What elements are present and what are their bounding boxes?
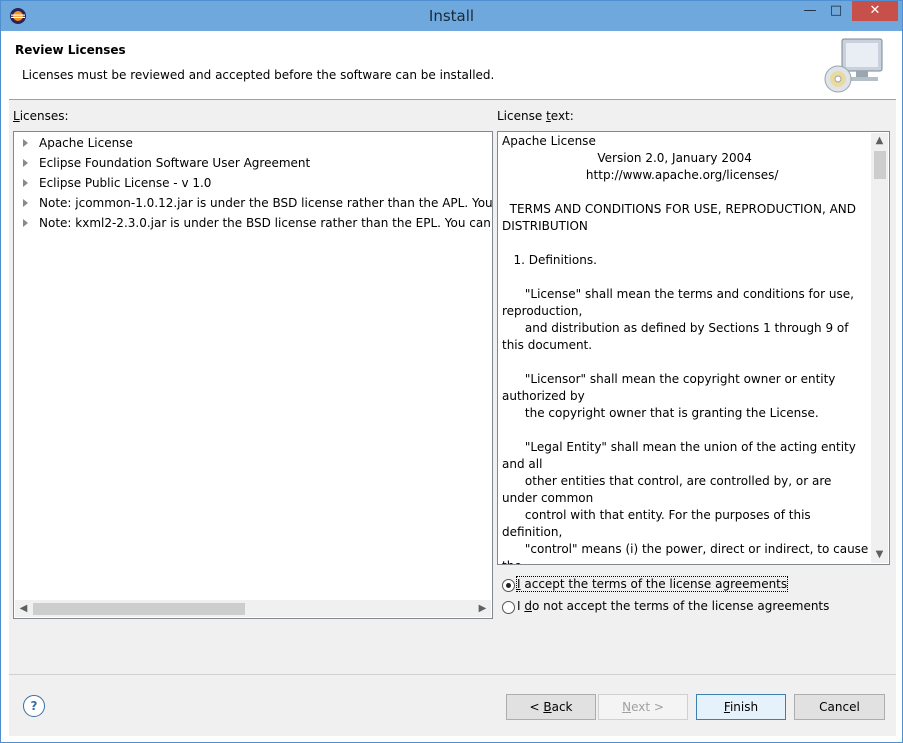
triangle-right-icon[interactable]: [23, 159, 28, 167]
radio-selected-dot: [506, 583, 511, 588]
install-dialog: Install — □ ✕ Review Licenses Licenses m…: [0, 0, 903, 743]
tree-item[interactable]: Apache License: [14, 133, 492, 153]
finish-button[interactable]: Finish: [696, 694, 786, 720]
help-icon[interactable]: ?: [23, 695, 45, 717]
next-button[interactable]: Next >: [598, 694, 688, 720]
accept-radio-label[interactable]: I accept the terms of the license agreem…: [515, 576, 789, 592]
tree-item[interactable]: Note: jcommon-1.0.12.jar is under the BS…: [14, 193, 492, 213]
scrollbar-thumb[interactable]: [874, 151, 886, 179]
window-title: Install: [428, 7, 475, 25]
tree-item[interactable]: Eclipse Public License - v 1.0: [14, 173, 492, 193]
licenses-label: Licenses:: [13, 109, 69, 123]
triangle-right-icon[interactable]: [23, 199, 28, 207]
scroll-down-icon[interactable]: ▼: [871, 547, 888, 563]
license-text-content: Apache License Version 2.0, January 2004…: [502, 134, 869, 564]
license-text-label: License text:: [497, 109, 574, 123]
dialog-body: Review Licenses Licenses must be reviewe…: [9, 31, 896, 736]
minimize-button[interactable]: —: [797, 1, 823, 21]
license-text-area[interactable]: Apache License Version 2.0, January 2004…: [497, 131, 890, 565]
licenses-tree[interactable]: Apache License Eclipse Foundation Softwa…: [13, 131, 493, 619]
scroll-up-icon[interactable]: ▲: [871, 133, 888, 149]
back-button[interactable]: < Back: [506, 694, 596, 720]
close-button[interactable]: ✕: [852, 1, 898, 21]
scroll-right-icon[interactable]: ▶: [474, 600, 491, 617]
cancel-button[interactable]: Cancel: [794, 694, 885, 720]
wizard-header: Review Licenses Licenses must be reviewe…: [9, 31, 896, 100]
vertical-scrollbar[interactable]: ▲ ▼: [871, 133, 888, 563]
footer-separator: [9, 674, 896, 675]
tree-item[interactable]: Eclipse Foundation Software User Agreeme…: [14, 153, 492, 173]
install-cd-monitor-icon: [824, 38, 883, 93]
triangle-right-icon[interactable]: [23, 219, 28, 227]
triangle-right-icon[interactable]: [23, 179, 28, 187]
scrollbar-thumb[interactable]: [33, 603, 245, 615]
horizontal-scrollbar[interactable]: ◀ ▶: [15, 600, 491, 617]
triangle-right-icon[interactable]: [23, 139, 28, 147]
page-title: Review Licenses: [15, 43, 126, 57]
title-bar[interactable]: Install — □ ✕: [1, 1, 902, 31]
maximize-button[interactable]: □: [823, 1, 849, 21]
page-description: Licenses must be reviewed and accepted b…: [22, 68, 495, 82]
scroll-left-icon[interactable]: ◀: [15, 600, 32, 617]
decline-radio-label[interactable]: I do not accept the terms of the license…: [517, 599, 829, 613]
accept-radio[interactable]: [502, 579, 515, 592]
tree-item[interactable]: Note: kxml2-2.3.0.jar is under the BSD l…: [14, 213, 492, 233]
decline-radio[interactable]: [502, 601, 515, 614]
